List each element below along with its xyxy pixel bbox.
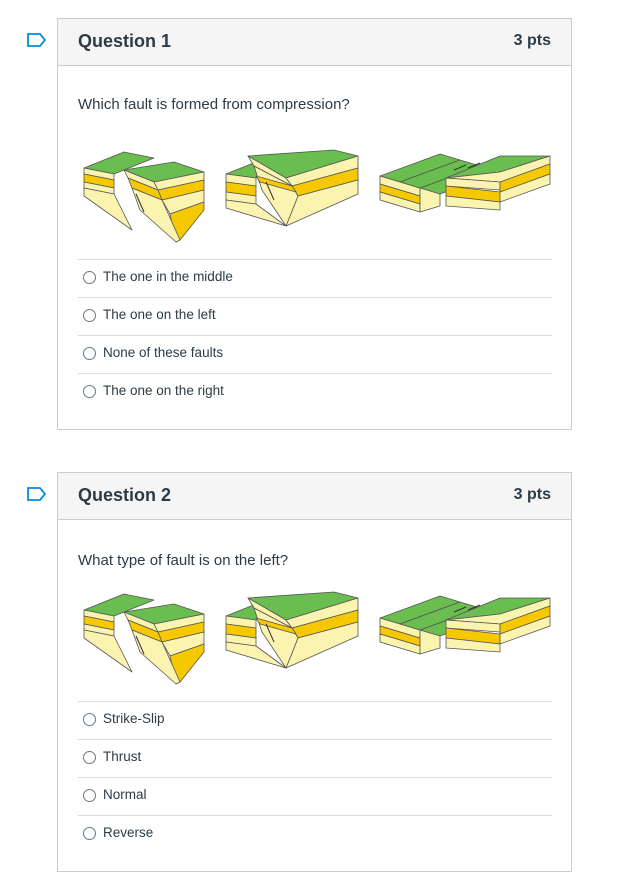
question-card-1: Question 1 3 pts Which fault is formed f… [57, 18, 572, 430]
radio-empty-icon[interactable] [83, 789, 96, 802]
answer-option[interactable]: Reverse [78, 816, 552, 853]
answer-label: The one on the right [103, 383, 224, 398]
question-header: Question 1 3 pts [58, 19, 571, 66]
radio-empty-icon[interactable] [83, 347, 96, 360]
radio-empty-icon[interactable] [83, 751, 96, 764]
question-header: Question 2 3 pts [58, 473, 571, 520]
answer-label: The one on the left [103, 307, 216, 322]
question-card-2: Question 2 3 pts What type of fault is o… [57, 472, 572, 872]
answer-list: The one in the middle The one on the lef… [78, 259, 552, 411]
question-points: 3 pts [513, 486, 551, 503]
flag-question-2-icon[interactable] [27, 487, 47, 501]
answer-label: Normal [103, 787, 147, 802]
flag-question-1-icon[interactable] [27, 33, 47, 47]
answer-option[interactable]: The one on the right [78, 374, 552, 411]
radio-empty-icon[interactable] [83, 385, 96, 398]
question-points: 3 pts [513, 32, 551, 49]
radio-empty-icon[interactable] [83, 713, 96, 726]
answer-option[interactable]: Strike-Slip [78, 702, 552, 740]
question-prompt: Which fault is formed from compression? [78, 96, 350, 113]
question-prompt: What type of fault is on the left? [78, 552, 289, 569]
answer-label: Thrust [103, 749, 142, 764]
answer-label: Reverse [103, 825, 154, 840]
answer-list: Strike-Slip Thrust Normal Reverse [78, 701, 552, 853]
answer-option[interactable]: The one on the left [78, 298, 552, 336]
answer-option[interactable]: The one in the middle [78, 260, 552, 298]
question-title: Question 1 [78, 31, 172, 51]
answer-label: The one in the middle [103, 269, 233, 284]
radio-empty-icon[interactable] [83, 271, 96, 284]
answer-option[interactable]: None of these faults [78, 336, 552, 374]
fault-types-diagram [83, 149, 551, 243]
answer-option[interactable]: Thrust [78, 740, 552, 778]
radio-empty-icon[interactable] [83, 827, 96, 840]
answer-option[interactable]: Normal [78, 778, 552, 816]
radio-empty-icon[interactable] [83, 309, 96, 322]
answer-label: Strike-Slip [103, 711, 165, 726]
answer-label: None of these faults [103, 345, 224, 360]
fault-types-diagram [83, 591, 551, 685]
question-title: Question 2 [78, 485, 172, 505]
